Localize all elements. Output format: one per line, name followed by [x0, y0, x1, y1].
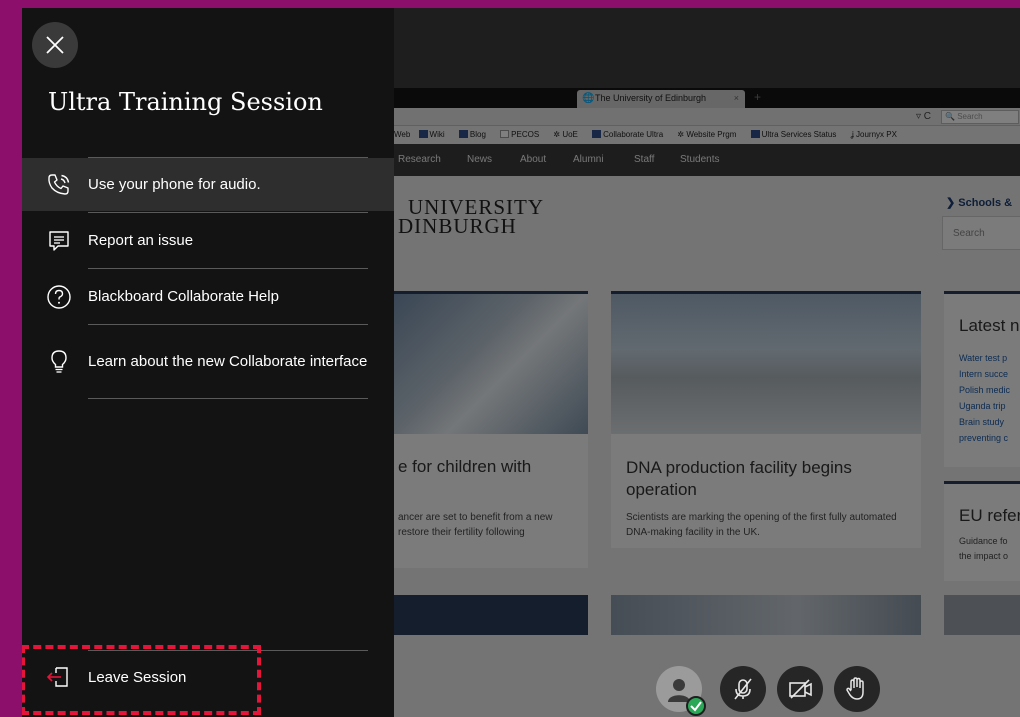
menu-item-phone-audio[interactable]: Use your phone for audio.: [22, 158, 394, 211]
leave-session-highlight: [22, 645, 261, 715]
lightbulb-icon: [46, 349, 72, 375]
session-controls: [394, 648, 1020, 717]
dim-overlay: [394, 88, 1020, 717]
comment-icon: [46, 228, 72, 254]
connected-status-icon: [686, 696, 706, 716]
menu-item-help[interactable]: Blackboard Collaborate Help: [22, 269, 394, 324]
menu-item-label: Report an issue: [88, 232, 194, 249]
phone-icon: [46, 172, 72, 198]
raise-hand-button[interactable]: [834, 666, 880, 712]
raise-hand-icon: [846, 677, 864, 700]
help-icon: [46, 284, 72, 310]
mic-muted-icon: [734, 678, 752, 700]
menu-item-label: Blackboard Collaborate Help: [88, 288, 279, 305]
menu-divider: [88, 398, 368, 399]
camera-off-icon: [789, 679, 812, 699]
close-icon: [46, 36, 64, 54]
collaborate-window: 🌐 The University of Edinburgh × + ▿ C 🔍 …: [22, 8, 1020, 717]
session-title: Ultra Training Session: [48, 88, 323, 116]
menu-item-label: Use your phone for audio.: [88, 176, 261, 193]
close-panel-button[interactable]: [32, 22, 78, 68]
microphone-button[interactable]: [720, 666, 766, 712]
menu-item-learn-interface[interactable]: Learn about the new Collaborate interfac…: [22, 325, 394, 398]
menu-item-report-issue[interactable]: Report an issue: [22, 213, 394, 268]
camera-button[interactable]: [777, 666, 823, 712]
shared-screen: 🌐 The University of Edinburgh × + ▿ C 🔍 …: [394, 88, 1020, 717]
session-menu-panel: Ultra Training Session Use your phone fo…: [22, 8, 394, 717]
menu-item-label: Learn about the new Collaborate interfac…: [88, 353, 368, 370]
